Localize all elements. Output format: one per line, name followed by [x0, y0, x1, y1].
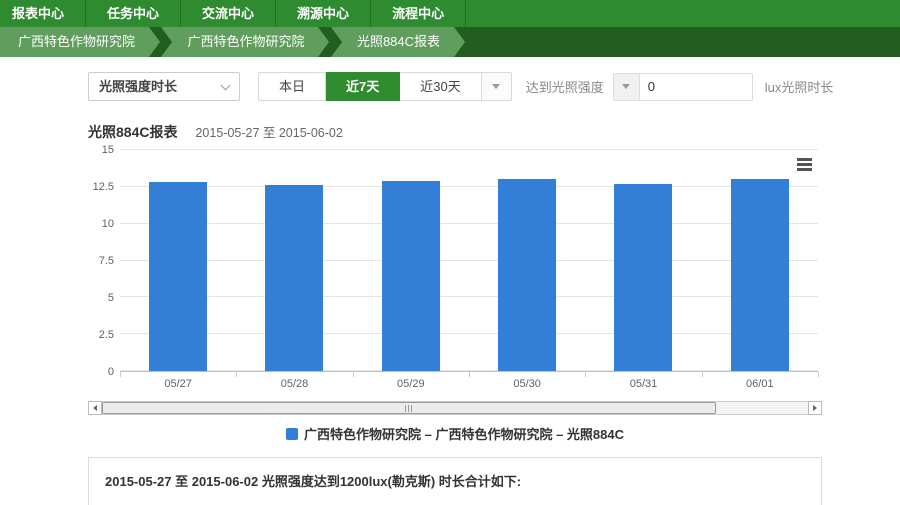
- breadcrumb-item-report[interactable]: 光照884C报表: [331, 27, 454, 57]
- caret-down-icon: [492, 84, 500, 89]
- metric-select-value: 光照强度时长: [99, 79, 177, 94]
- bar-05/30: [498, 179, 556, 371]
- bar-05/31: [614, 184, 672, 371]
- range-button-30days[interactable]: 近30天: [400, 72, 481, 101]
- threshold-spinner-button[interactable]: [614, 74, 640, 100]
- nav-item-process-center[interactable]: 流程中心: [371, 0, 466, 27]
- y-tick-label: 15: [102, 144, 114, 156]
- x-tick-label: 05/31: [585, 378, 701, 394]
- x-axis-ticks: [120, 372, 818, 378]
- threshold-control: [613, 73, 753, 101]
- date-range-buttons: 本日 近7天 近30天: [258, 72, 512, 101]
- x-tick-label: 06/01: [702, 378, 818, 394]
- bar-05/27: [149, 182, 207, 371]
- legend-marker: [286, 428, 298, 440]
- threshold-input[interactable]: [640, 74, 752, 100]
- y-tick-label: 5: [108, 292, 114, 304]
- summary-box: 2015-05-27 至 2015-06-02 光照强度达到1200lux(勒克…: [88, 457, 822, 505]
- range-button-7days[interactable]: 近7天: [326, 72, 400, 101]
- x-tick-label: 05/30: [469, 378, 585, 394]
- nav-item-trace-center[interactable]: 溯源中心: [276, 0, 371, 27]
- report-title: 光照884C报表: [88, 122, 177, 142]
- scroll-left-icon: [93, 405, 97, 411]
- scrollbar-track[interactable]: [102, 401, 808, 415]
- bar-06/01: [731, 179, 789, 371]
- range-more-button[interactable]: [482, 72, 512, 101]
- scroll-left-button[interactable]: [88, 401, 102, 415]
- scrollbar-grip-icon: [405, 405, 413, 412]
- x-tick-label: 05/27: [120, 378, 236, 394]
- y-tick-label: 10: [102, 218, 114, 230]
- chart-menu-icon[interactable]: [792, 154, 816, 174]
- legend-label: 广西特色作物研究院 – 广西特色作物研究院 – 光照884C: [304, 424, 624, 443]
- x-axis-labels: 05/2705/2805/2905/3005/3106/01: [120, 378, 818, 394]
- chart-legend[interactable]: 广西特色作物研究院 – 广西特色作物研究院 – 光照884C: [88, 424, 822, 443]
- bar-05/29: [382, 181, 440, 371]
- summary-heading: 2015-05-27 至 2015-06-02 光照强度达到1200lux(勒克…: [105, 471, 805, 490]
- breadcrumb: 广西特色作物研究院 广西特色作物研究院 光照884C报表: [0, 27, 900, 57]
- nav-item-task-center[interactable]: 任务中心: [86, 0, 181, 27]
- bar-05/28: [265, 185, 323, 371]
- report-heading: 光照884C报表 2015-05-27 至 2015-06-02: [88, 122, 900, 142]
- nav-item-report-center[interactable]: 报表中心: [0, 0, 86, 27]
- scroll-right-button[interactable]: [808, 401, 822, 415]
- x-tick-label: 05/29: [353, 378, 469, 394]
- plot-area: [120, 150, 818, 372]
- y-axis-labels: 02.557.51012.515: [88, 150, 114, 372]
- scrollbar-thumb[interactable]: [102, 402, 716, 414]
- caret-down-icon: [622, 84, 630, 89]
- chart: 02.557.51012.515 05/2705/2805/2905/3005/…: [88, 150, 822, 394]
- chevron-down-icon: [221, 81, 231, 91]
- threshold-suffix-label: lux光照时长: [765, 77, 834, 96]
- filter-bar: 光照强度时长 本日 近7天 近30天 达到光照强度 lux光照时长: [88, 72, 900, 101]
- y-tick-label: 2.5: [99, 329, 114, 341]
- y-tick-label: 7.5: [99, 255, 114, 267]
- top-nav: 报表中心 任务中心 交流中心 溯源中心 流程中心: [0, 0, 900, 27]
- metric-select[interactable]: 光照强度时长: [88, 72, 240, 101]
- bars: [120, 150, 818, 371]
- threshold-label: 达到光照强度: [526, 77, 604, 96]
- chart-scrollbar: [88, 401, 822, 415]
- report-date-range: 2015-05-27 至 2015-06-02: [195, 122, 342, 141]
- x-tick-label: 05/28: [236, 378, 352, 394]
- y-tick-label: 0: [108, 366, 114, 378]
- breadcrumb-item-institute-2[interactable]: 广西特色作物研究院: [161, 27, 318, 57]
- page: 报表中心 任务中心 交流中心 溯源中心 流程中心 广西特色作物研究院 广西特色作…: [0, 0, 900, 505]
- breadcrumb-item-institute[interactable]: 广西特色作物研究院: [0, 27, 149, 57]
- y-tick-label: 12.5: [93, 181, 114, 193]
- range-button-today[interactable]: 本日: [258, 72, 326, 101]
- nav-item-communication-center[interactable]: 交流中心: [181, 0, 276, 27]
- scroll-right-icon: [813, 405, 817, 411]
